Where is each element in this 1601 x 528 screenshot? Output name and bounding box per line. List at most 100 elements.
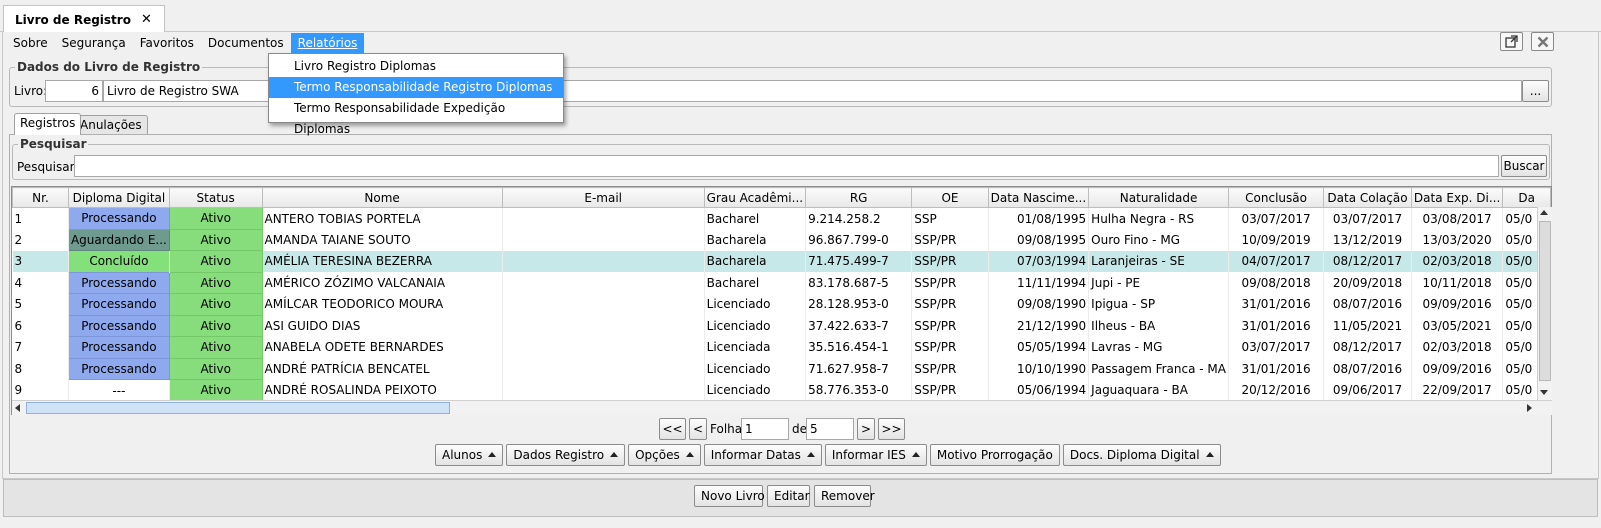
col-header-diploma-digital[interactable]: Diploma Digital xyxy=(67,187,170,208)
cell-data-nascimento: 07/03/1994 xyxy=(988,250,1090,272)
cell-grau: Licenciado xyxy=(704,293,807,315)
caret-up-icon xyxy=(610,452,619,457)
cell-oe: SSP/PR xyxy=(911,379,989,401)
next-page-button[interactable]: > xyxy=(857,418,875,440)
cell-data-nascimento: 09/08/1990 xyxy=(988,293,1090,315)
first-page-button[interactable]: << xyxy=(659,418,686,440)
cell-diploma-digital: Concluído xyxy=(68,250,170,272)
document-tab-bar xyxy=(0,0,1601,32)
menu-sobre[interactable]: Sobre xyxy=(6,33,55,53)
cell-email xyxy=(502,229,705,251)
novo-livro-button[interactable]: Novo Livro xyxy=(694,485,765,507)
menu-seguranca[interactable]: Segurança xyxy=(55,33,133,53)
editar-button[interactable]: Editar xyxy=(767,485,810,507)
cell-naturalidade: Ouro Fino - MG xyxy=(1088,229,1229,251)
action-button-alunos[interactable]: Alunos xyxy=(435,444,504,466)
cell-rg: 35.516.454-1 xyxy=(805,336,913,358)
tab-registros[interactable]: Registros xyxy=(14,113,82,135)
col-header-data-colacao[interactable]: Data Colação xyxy=(1323,187,1412,208)
col-header-data-nascimento[interactable]: Data Nascime... xyxy=(987,187,1090,208)
cell-email xyxy=(502,336,705,358)
caret-up-icon xyxy=(488,452,497,457)
livro-number-field[interactable]: 6 xyxy=(45,80,103,102)
cell-data-exp: 03/08/2017 xyxy=(1411,207,1504,229)
close-window-button[interactable] xyxy=(1531,32,1554,51)
document-tab[interactable]: Livro de Registro ✕ xyxy=(3,5,165,33)
col-header-email[interactable]: E-mail xyxy=(501,187,705,208)
vertical-scrollbar[interactable] xyxy=(1537,207,1552,400)
cell-conclusao: 04/07/2017 xyxy=(1228,250,1325,272)
table-row[interactable]: 5 Processando Ativo AMÍLCAR TEODORICO MOURA… xyxy=(12,293,1551,316)
browse-livro-button[interactable]: ... xyxy=(1522,80,1549,102)
scroll-left-icon[interactable] xyxy=(15,404,20,412)
cell-conclusao: 31/01/2016 xyxy=(1228,315,1325,337)
col-header-da[interactable]: Da xyxy=(1502,187,1551,208)
col-header-nome[interactable]: Nome xyxy=(261,187,503,208)
action-button-op-es[interactable]: Opções xyxy=(628,444,701,466)
cell-status: Ativo xyxy=(168,314,263,337)
table-row[interactable]: 3 Concluído Ativo AMÉLIA TERESINA BEZERRA Ba… xyxy=(12,250,1551,273)
menu-item-livro-registro-diplomas[interactable]: Livro Registro Diplomas xyxy=(269,56,563,77)
remover-button[interactable]: Remover xyxy=(814,485,875,507)
cell-data-exp: 02/03/2018 xyxy=(1411,336,1504,358)
menu-item-termo-resp-expedicao[interactable]: Termo Responsabilidade Expedição Diploma… xyxy=(269,98,563,136)
col-header-status[interactable]: Status xyxy=(168,187,263,208)
action-button-label: Motivo Prorrogação xyxy=(936,448,1053,462)
action-button-label: Docs. Diploma Digital xyxy=(1069,448,1200,462)
action-button-motivo-prorroga-o[interactable]: Motivo Prorrogação xyxy=(929,444,1060,466)
action-button-informar-datas[interactable]: Informar Datas xyxy=(703,444,822,466)
col-header-nr[interactable]: Nr. xyxy=(12,187,69,208)
table-row[interactable]: 6 Processando Ativo ASI GUIDO DIAS Licenciad… xyxy=(12,314,1551,337)
cell-nr: 4 xyxy=(12,272,69,294)
table-row[interactable]: 4 Processando Ativo AMÉRICO ZÓZIMO VALCANAI… xyxy=(12,271,1551,294)
menu-relatorios[interactable]: Relatórios xyxy=(290,33,365,53)
cell-nome: AMÉRICO ZÓZIMO VALCANAIA xyxy=(262,272,503,294)
cell-naturalidade: Laranjeiras - SE xyxy=(1088,250,1229,272)
de-label: de xyxy=(792,422,807,436)
horizontal-scrollbar[interactable] xyxy=(12,400,1552,415)
buscar-button[interactable]: Buscar xyxy=(1501,155,1547,177)
action-button-informar-ies[interactable]: Informar IES xyxy=(824,444,927,466)
table-row[interactable]: 8 Processando Ativo ANDRÉ PATRÍCIA BENCATEL… xyxy=(12,357,1551,380)
popout-button[interactable] xyxy=(1500,32,1523,51)
last-page-button[interactable]: >> xyxy=(878,418,905,440)
cell-status: Ativo xyxy=(168,336,263,359)
action-button-bar: Alunos Dados Registro Opções Informar Datas… xyxy=(435,444,1221,466)
col-header-grau[interactable]: Grau Acadêmi... xyxy=(703,187,807,208)
cell-data-nascimento: 05/05/1994 xyxy=(988,336,1090,358)
cell-naturalidade: Lavras - MG xyxy=(1088,336,1229,358)
prev-page-button[interactable]: < xyxy=(689,418,707,440)
cell-data-colacao: 08/12/2017 xyxy=(1323,336,1412,358)
horizontal-scroll-thumb[interactable] xyxy=(26,402,450,414)
pesquisar-input[interactable] xyxy=(74,155,1499,177)
menu-item-termo-resp-registro[interactable]: Termo Responsabilidade Registro Diplomas xyxy=(269,77,563,98)
menu-favoritos[interactable]: Favoritos xyxy=(133,33,201,53)
table-row[interactable]: 9 --- Ativo ANDRÉ ROSALINDA PEIXOTO Licencia… xyxy=(12,379,1551,402)
col-header-conclusao[interactable]: Conclusão xyxy=(1227,187,1325,208)
scroll-right-icon[interactable] xyxy=(1527,404,1532,412)
dados-livro-title: Dados do Livro de Registro xyxy=(15,60,203,74)
folha-input[interactable]: 1 xyxy=(741,418,789,440)
cell-diploma-digital: Processando xyxy=(67,336,170,359)
caret-up-icon xyxy=(1205,452,1214,457)
action-button-label: Informar IES xyxy=(831,448,906,462)
table-row[interactable]: 7 Processando Ativo ANABELA ODETE BERNARDES… xyxy=(12,336,1551,359)
action-button-docs-diploma-digital[interactable]: Docs. Diploma Digital xyxy=(1062,444,1221,466)
cell-nome: AMÍLCAR TEODORICO MOURA xyxy=(262,293,503,315)
col-header-rg[interactable]: RG xyxy=(805,187,913,208)
col-header-naturalidade[interactable]: Naturalidade xyxy=(1088,187,1229,208)
vertical-scroll-thumb[interactable] xyxy=(1539,221,1551,381)
action-button-dados-registro[interactable]: Dados Registro xyxy=(506,444,626,466)
scroll-up-icon[interactable] xyxy=(1540,210,1548,215)
tab-anulacoes[interactable]: Anulações xyxy=(74,115,148,135)
cell-data-nascimento: 11/11/1994 xyxy=(988,272,1090,294)
col-header-data-exp[interactable]: Data Exp. Di... xyxy=(1410,187,1504,208)
col-header-oe[interactable]: OE xyxy=(911,187,989,208)
menu-documentos[interactable]: Documentos xyxy=(201,33,291,53)
table-row[interactable]: 2 Aguardando E... Ativo AMANDA TAIANE SOUTO… xyxy=(12,228,1551,251)
table-row[interactable]: 1 Processando Ativo ANTERO TOBIAS PORTELA Ba… xyxy=(12,207,1551,230)
cell-oe: SSP xyxy=(911,207,989,229)
close-tab-icon[interactable]: ✕ xyxy=(141,12,152,27)
scroll-down-icon[interactable] xyxy=(1540,390,1548,395)
cell-nr: 7 xyxy=(12,336,69,358)
